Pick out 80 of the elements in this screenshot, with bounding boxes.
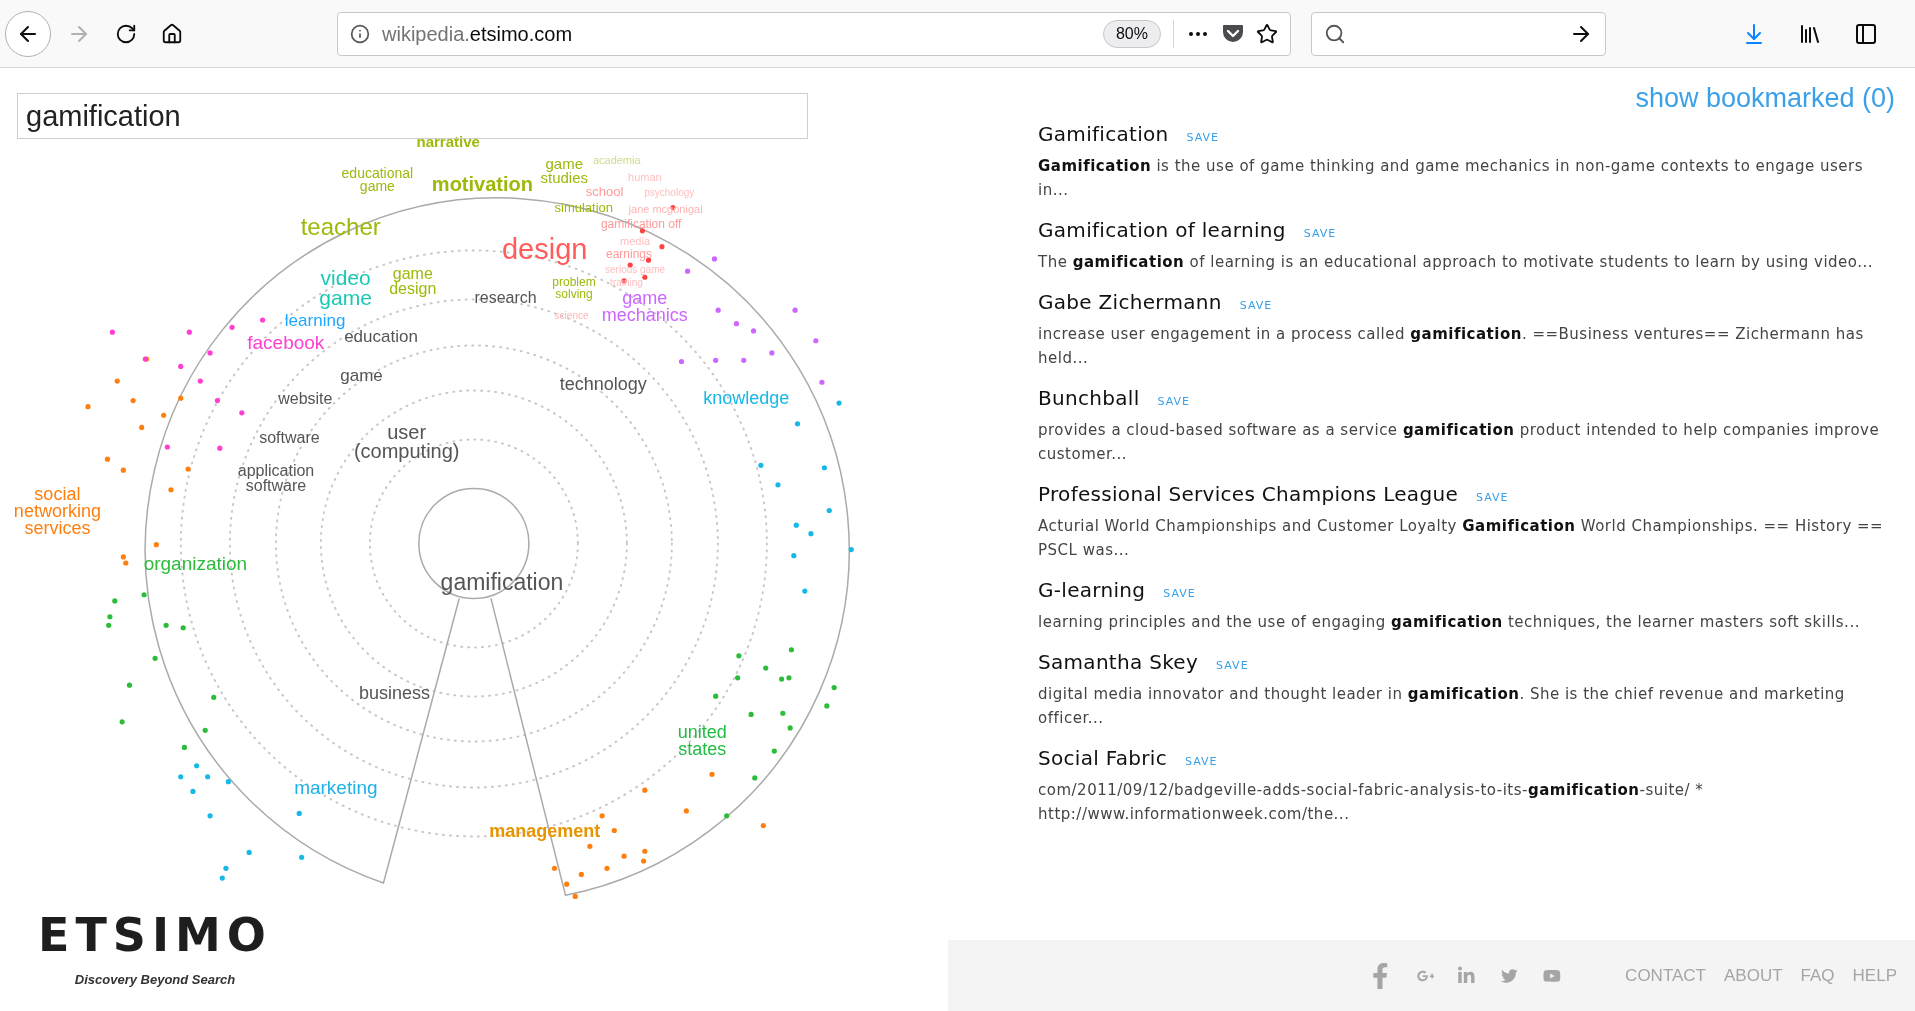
- result-title[interactable]: Bunchball: [1038, 382, 1140, 413]
- keyword-label[interactable]: teacher: [300, 215, 381, 239]
- keyword-label[interactable]: psychology: [644, 188, 695, 198]
- save-button[interactable]: SAVE: [1303, 225, 1337, 242]
- keyword-label[interactable]: website: [278, 391, 333, 407]
- keyword-label[interactable]: game studies: [540, 156, 588, 186]
- show-bookmarked-link[interactable]: show bookmarked (0): [1635, 78, 1895, 119]
- keyword-label[interactable]: facebook: [247, 334, 325, 353]
- save-button[interactable]: SAVE: [1157, 393, 1190, 410]
- keyword-label[interactable]: motivation: [431, 174, 533, 194]
- keyword-label[interactable]: marketing: [294, 778, 378, 797]
- keyword-label[interactable]: training: [610, 278, 643, 289]
- result-snippet: increase user engagement in a process called gamification. ==Business ventures== Zichermann has held...: [1038, 323, 1865, 369]
- result-snippet: Acturial World Championships and Customer Loyalty Gamification World Championships. == History == PSCL was...: [1038, 515, 1885, 561]
- result-snippet: provides a cloud-based software as a service gamification product intended to help companies improve customer...: [1038, 419, 1881, 465]
- result-snippet: com/2011/09/12/badgeville-adds-social-fabric-analysis-to-its-gamification-suite/ * http://www.informationweek.com/the...: [1038, 779, 1705, 825]
- keyword-label[interactable]: education: [344, 329, 418, 346]
- keyword-label[interactable]: research: [474, 290, 537, 306]
- etsimo-logo[interactable]: ETSIMO: [38, 911, 272, 958]
- back-button[interactable]: [5, 10, 51, 57]
- save-button[interactable]: SAVE: [1186, 129, 1220, 146]
- keyword-label[interactable]: learning: [284, 313, 346, 330]
- result-snippet: The gamification of learning is an educational approach to motivate students to learn by using video...: [1038, 251, 1875, 273]
- result-title[interactable]: Gabe Zichermann: [1038, 286, 1222, 317]
- keyword-label[interactable]: media: [620, 235, 651, 246]
- result-title[interactable]: Gamification of learning: [1038, 214, 1286, 245]
- info-icon[interactable]: [350, 23, 370, 44]
- keyword-label[interactable]: serious game: [605, 265, 666, 275]
- keyword-label[interactable]: educational game: [341, 166, 414, 193]
- pocket-icon[interactable]: [1222, 23, 1244, 44]
- keyword-label[interactable]: technology: [559, 376, 647, 394]
- sidebar-icon[interactable]: [1854, 21, 1878, 46]
- save-button[interactable]: SAVE: [1163, 585, 1196, 602]
- result-snippet: Gamification is the use of game thinking and game mechanics in non-game contexts to engage users in...: [1038, 155, 1865, 201]
- address-bar[interactable]: wikipedia.etsimo.com 80%: [337, 11, 1291, 56]
- keyword-label[interactable]: science: [554, 311, 589, 322]
- home-icon[interactable]: [161, 22, 183, 45]
- save-button[interactable]: SAVE: [1239, 297, 1273, 314]
- keyword-label[interactable]: knowledge: [703, 390, 790, 408]
- keyword-label[interactable]: application software: [237, 462, 315, 493]
- keyword-label[interactable]: organization: [143, 555, 248, 574]
- save-button[interactable]: SAVE: [1184, 753, 1218, 770]
- bookmark-star-icon[interactable]: [1256, 22, 1278, 45]
- footer-link[interactable]: CONTACT: [1625, 962, 1706, 989]
- keyword-label[interactable]: gamification: [440, 571, 564, 594]
- footer-link[interactable]: FAQ: [1800, 962, 1835, 989]
- keyword-label[interactable]: game design: [389, 265, 437, 297]
- keyword-label[interactable]: video game: [319, 268, 372, 309]
- tagline: Discovery Beyond Search: [74, 970, 236, 989]
- keyword-label[interactable]: game mechanics: [601, 289, 688, 324]
- result-title[interactable]: G-learning: [1038, 574, 1146, 605]
- footer-link[interactable]: ABOUT: [1724, 962, 1783, 989]
- footer-link[interactable]: HELP: [1852, 962, 1897, 989]
- result-snippet: digital media innovator and thought leader in gamification. She is the chief revenue and marketing officer...: [1038, 683, 1846, 729]
- keyword-label[interactable]: problem solving: [552, 276, 596, 300]
- keyword-label[interactable]: business: [358, 685, 430, 703]
- keyword-label[interactable]: design: [501, 236, 588, 265]
- keyword-label[interactable]: academia: [592, 154, 641, 166]
- keyword-label[interactable]: user (computing): [353, 423, 460, 462]
- keyword-label[interactable]: management: [489, 823, 601, 841]
- keyword-label[interactable]: earnings: [605, 249, 652, 261]
- reload-icon[interactable]: [115, 22, 137, 45]
- keyword-label[interactable]: game: [340, 368, 383, 385]
- keyword-label[interactable]: jane mcgonigal: [628, 203, 703, 215]
- keyword-label[interactable]: simulation: [554, 201, 614, 214]
- keyword-label[interactable]: human: [628, 171, 662, 183]
- url-text: wikipedia.etsimo.com: [382, 21, 573, 47]
- result-title[interactable]: Samantha Skey: [1038, 646, 1199, 677]
- keyword-label[interactable]: software: [259, 430, 320, 447]
- keyword-label[interactable]: social networking services: [13, 486, 101, 538]
- save-button[interactable]: SAVE: [1216, 657, 1249, 674]
- keyword-label[interactable]: united states: [677, 724, 727, 759]
- save-button[interactable]: SAVE: [1476, 489, 1509, 506]
- keyword-label[interactable]: school: [585, 185, 624, 198]
- result-title[interactable]: Professional Services Champions League: [1038, 478, 1458, 509]
- search-icon[interactable]: [1324, 22, 1346, 45]
- result-snippet: learning principles and the use of engaging gamification techniques, the learner masters soft skills...: [1038, 611, 1861, 633]
- zoom-badge[interactable]: 80%: [1102, 19, 1161, 48]
- result-title[interactable]: Gamification: [1038, 118, 1169, 149]
- result-title[interactable]: Social Fabric: [1038, 742, 1167, 773]
